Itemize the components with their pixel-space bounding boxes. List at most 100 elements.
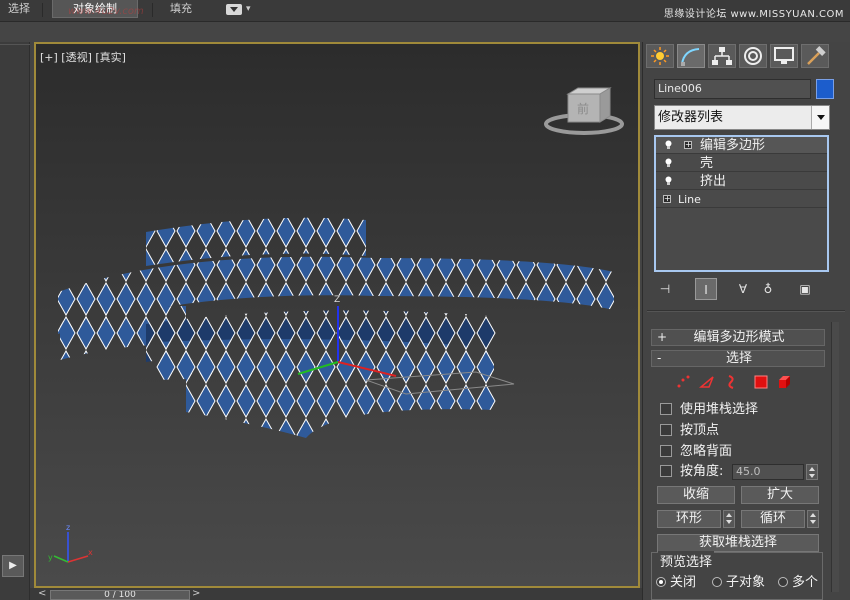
toolbar-divider [0,44,30,45]
configure-sets-icon[interactable]: ▣ [794,278,816,300]
monitor-icon [774,47,794,64]
pin-stack-icon[interactable]: ⊣ [654,278,676,300]
diamond-band-bottom [186,366,496,438]
preview-subobject-radio[interactable]: 子对象 [712,575,765,591]
radio-button[interactable] [656,576,666,587]
stack-item-line[interactable]: + Line [656,191,827,208]
checkbox[interactable] [660,424,672,436]
ribbon-separator [152,3,153,17]
rollout-title: 选择 [725,351,752,366]
chevron-down-icon[interactable]: ▾ [246,4,251,14]
viewcube[interactable]: 前 [544,86,626,138]
border-icon[interactable] [723,374,739,390]
modifier-list-label: 修改器列表 [658,110,724,125]
chevron-left-icon[interactable]: < [38,589,46,599]
ribbon-tab-select[interactable]: 选择 [0,0,38,18]
make-unique-icon[interactable]: ∀ [732,278,754,300]
display-tab[interactable] [770,44,798,68]
ribbon-tab-populate[interactable]: 填充 [162,0,200,18]
modify-curve-icon [681,48,700,66]
ribbon-tab-strip: 选择 对象绘制 www.4u2v.com 填充 ▾ 思缘设计论坛 www.MIS… [0,0,850,22]
preview-off-radio[interactable]: 关闭 [656,575,696,591]
viewcube-face-label: 前 [577,101,589,116]
radio-button[interactable] [712,576,722,587]
stack-toolbar: ⊣ Ⅰ ∀ ♁ ▣ [654,278,834,300]
checkbox[interactable] [660,465,672,477]
checkbox-label: 忽略背面 [680,444,733,459]
checkbox[interactable] [660,445,672,457]
shrink-button[interactable]: 收缩 [657,486,735,504]
site-watermark: 思缘设计论坛 www.MISSYUAN.COM [663,9,844,20]
stack-item-label: 编辑多边形 [700,138,766,153]
chevron-down-icon[interactable] [811,106,829,129]
radio-label: 关闭 [670,575,697,590]
lightbulb-icon[interactable] [665,176,672,185]
stack-item-label: Line [678,193,701,206]
axis-tripod-icon: z x y [48,523,93,563]
preview-selection-group: 预览选择 关闭 子对象 多个 [651,551,823,600]
motion-tab[interactable] [739,44,767,68]
stack-item-edit-poly[interactable]: + 编辑多边形 [656,137,827,154]
create-tab[interactable] [646,44,674,68]
rollout-title: 编辑多边形模式 [693,330,785,345]
svg-text:Z: Z [334,295,340,305]
radio-label: 多个 [792,575,819,590]
stack-item-shell[interactable]: 壳 [656,155,827,172]
element-icon[interactable] [777,374,793,390]
get-stack-selection-button[interactable]: 获取堆栈选择 [657,534,819,552]
lightbulb-icon[interactable] [665,140,672,149]
grow-button[interactable]: 扩大 [741,486,819,504]
radio-label: 子对象 [726,575,766,590]
expand-icon[interactable]: + [684,141,692,149]
stack-item-extrude[interactable]: 挤出 [656,173,827,190]
show-end-result-icon[interactable]: Ⅰ [695,278,717,300]
faint-logo-watermark: www.4u2v.com [68,6,144,17]
vertex-icon[interactable] [675,374,691,390]
lightbulb-icon[interactable] [665,158,672,167]
command-panel: Line006 修改器列表 + 编辑多边形 壳 挤出 + Line ⊣ Ⅰ ∀ … [642,42,850,600]
ring-spinner[interactable] [723,510,735,528]
time-slider[interactable]: 0 / 100 [50,590,190,600]
edge-icon[interactable] [699,374,715,390]
hierarchy-tab[interactable] [708,44,736,68]
object-name-field[interactable]: Line006 [654,79,811,99]
remove-modifier-icon[interactable]: ♁ [757,278,779,300]
perspective-viewport[interactable]: Z [+] [透视] [真实] 前 z x y [34,42,640,588]
expand-icon[interactable]: + [663,195,671,203]
svg-text:z: z [66,523,70,532]
loop-button[interactable]: 循环 [741,510,805,528]
ribbon-options-button[interactable] [226,4,242,15]
modify-tab[interactable] [677,44,705,68]
motion-icon [744,47,762,65]
ribbon-separator [42,3,43,17]
ring-button[interactable]: 环形 [657,510,721,528]
panel-scrollbar[interactable] [831,322,839,592]
viewport-label[interactable]: [+] [透视] [真实] [40,49,126,65]
modifier-stack[interactable]: + 编辑多边形 壳 挤出 + Line [654,135,829,272]
rollout-selection[interactable]: - 选择 [651,350,825,367]
left-toolbar: ▶ [0,42,30,600]
svg-text:x: x [88,548,93,557]
rollout-edit-poly-mode[interactable]: + 编辑多边形模式 [651,329,825,346]
radio-button[interactable] [778,576,788,587]
preview-multi-radio[interactable]: 多个 [778,575,818,591]
checkbox[interactable] [660,403,672,415]
utilities-tab[interactable] [801,44,829,68]
play-icon[interactable]: ▶ [2,555,24,577]
chevron-right-icon[interactable]: > [192,589,200,599]
angle-spinner[interactable] [806,464,818,480]
loop-spinner[interactable] [807,510,819,528]
object-color-swatch[interactable] [816,79,834,99]
stack-item-label: 壳 [700,156,714,171]
modifier-list-dropdown[interactable]: 修改器列表 [654,105,830,130]
svg-text:y: y [48,553,53,562]
checkbox-label: 按角度: [680,464,724,479]
sun-icon [651,47,669,65]
hammer-icon [807,46,826,65]
checkbox-label: 使用堆栈选择 [680,402,759,417]
hierarchy-icon [712,47,732,65]
panel-divider [647,310,845,312]
angle-value-field[interactable]: 45.0 [732,464,804,480]
stack-item-label: 挤出 [700,174,727,189]
polygon-icon[interactable] [753,374,769,390]
